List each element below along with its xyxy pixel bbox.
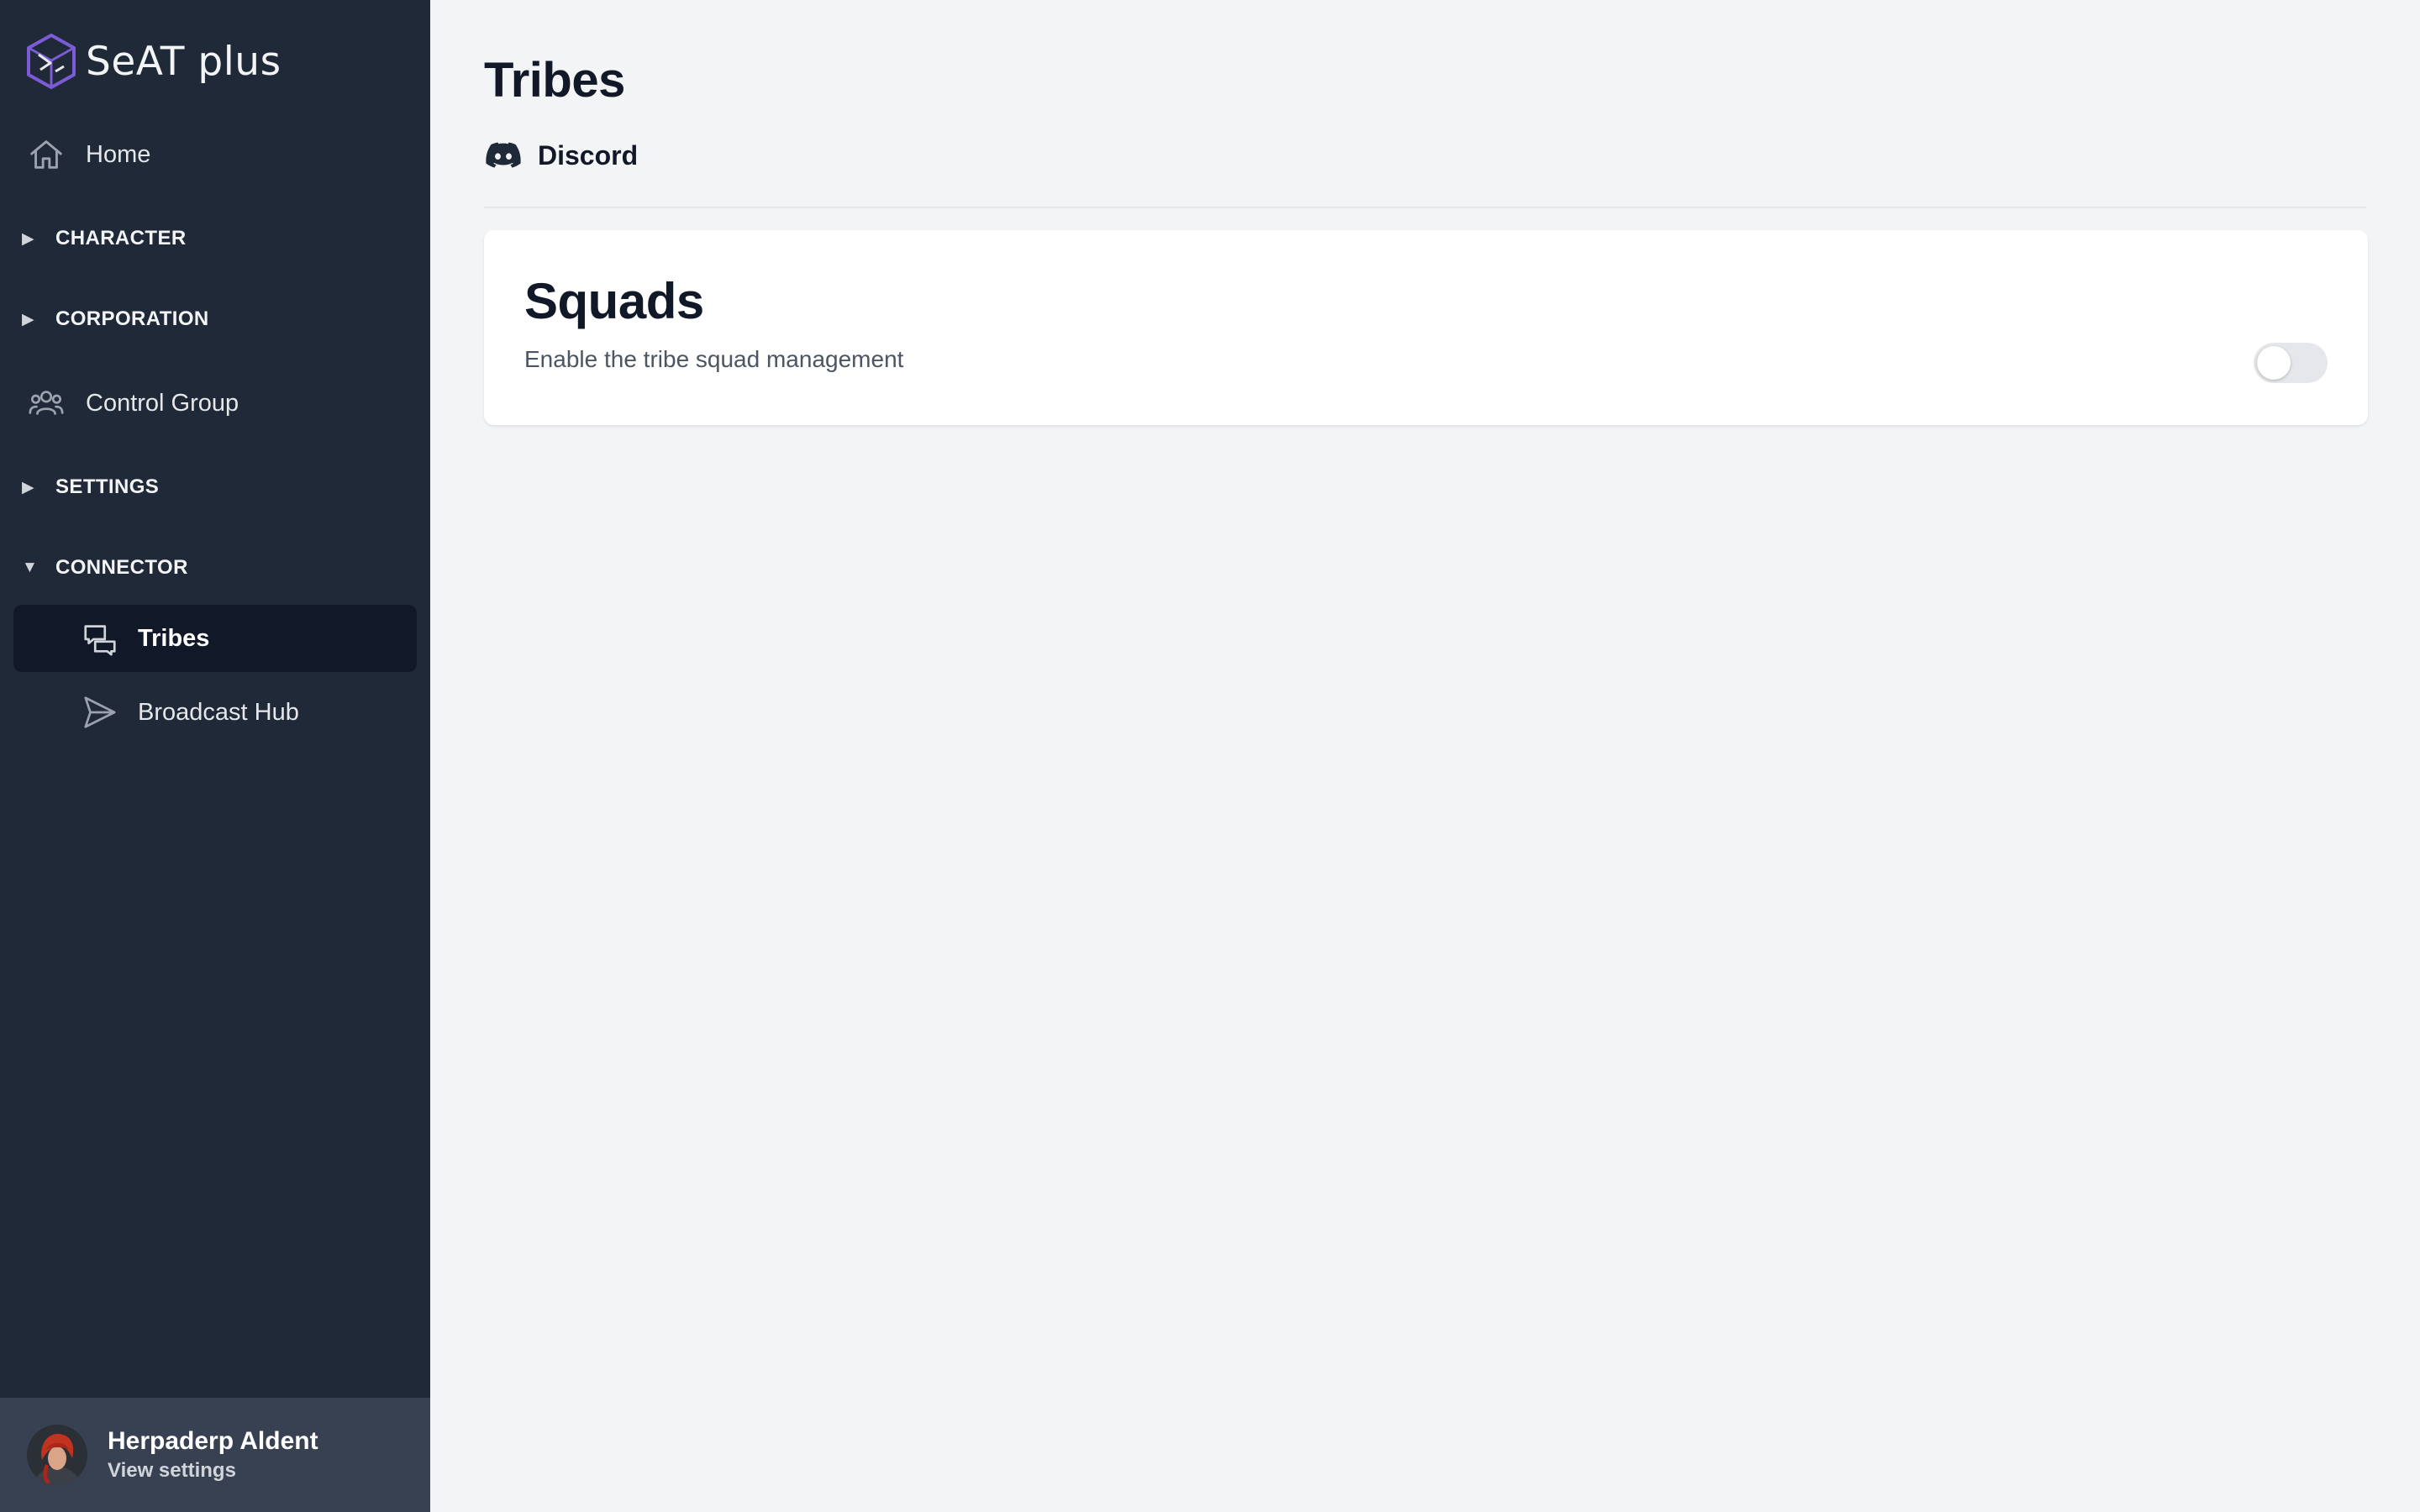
sidebar-section-settings[interactable]: ▶ SETTINGS xyxy=(22,470,159,504)
main-content: Tribes Discord Squads Enable the tribe s… xyxy=(430,0,2420,1512)
squads-toggle[interactable] xyxy=(2254,343,2328,383)
chat-bubbles-icon xyxy=(81,619,119,658)
squads-card: Squads Enable the tribe squad management xyxy=(484,230,2368,425)
caret-right-icon: ▶ xyxy=(22,478,34,496)
sidebar-section-character[interactable]: ▶ CHARACTER xyxy=(22,222,187,255)
sidebar-item-label: Tribes xyxy=(138,624,210,652)
section-label: SETTINGS xyxy=(55,475,160,498)
sidebar-item-home[interactable]: Home xyxy=(13,121,417,188)
brand[interactable]: SeAT plus xyxy=(25,32,281,91)
divider xyxy=(484,207,2366,208)
sidebar: SeAT plus Home ▶ CHARACTER ▶ CORPORATION xyxy=(0,0,430,1512)
app-window: SeAT plus Home ▶ CHARACTER ▶ CORPORATION xyxy=(0,0,2420,1512)
caret-right-icon: ▶ xyxy=(22,310,34,328)
sidebar-item-label: Broadcast Hub xyxy=(138,698,299,726)
caret-down-icon: ▼ xyxy=(22,559,38,576)
sidebar-section-corporation[interactable]: ▶ CORPORATION xyxy=(22,302,209,336)
section-label: CONNECTOR xyxy=(55,556,188,579)
page-subtitle: Discord xyxy=(484,136,638,175)
section-label: CHARACTER xyxy=(55,227,187,249)
subtitle-label: Discord xyxy=(538,139,639,171)
sidebar-item-control-group[interactable]: Control Group xyxy=(13,370,417,437)
sidebar-item-broadcast-hub[interactable]: Broadcast Hub xyxy=(13,679,417,746)
avatar[interactable] xyxy=(27,1425,87,1485)
page-title: Tribes xyxy=(484,53,625,108)
section-label: CORPORATION xyxy=(55,307,209,330)
card-title: Squads xyxy=(524,273,704,329)
caret-right-icon: ▶ xyxy=(22,229,34,248)
sidebar-item-tribes[interactable]: Tribes xyxy=(13,605,417,672)
home-icon xyxy=(27,135,66,174)
sidebar-item-label: Control Group xyxy=(86,389,239,417)
view-settings-link[interactable]: View settings xyxy=(108,1457,318,1484)
brand-name: SeAT plus xyxy=(86,38,281,85)
user-name: Herpaderp Aldent xyxy=(108,1427,318,1455)
toggle-knob xyxy=(2257,346,2291,380)
seat-cube-logo-icon xyxy=(27,34,76,89)
user-group-icon xyxy=(27,384,66,423)
sidebar-item-label: Home xyxy=(86,140,151,168)
paper-plane-icon xyxy=(81,693,119,732)
discord-icon xyxy=(486,142,521,168)
user-profile-footer[interactable]: Herpaderp Aldent View settings xyxy=(0,1398,430,1512)
sidebar-section-connector[interactable]: ▼ CONNECTOR xyxy=(22,551,188,585)
card-description: Enable the tribe squad management xyxy=(524,346,904,372)
